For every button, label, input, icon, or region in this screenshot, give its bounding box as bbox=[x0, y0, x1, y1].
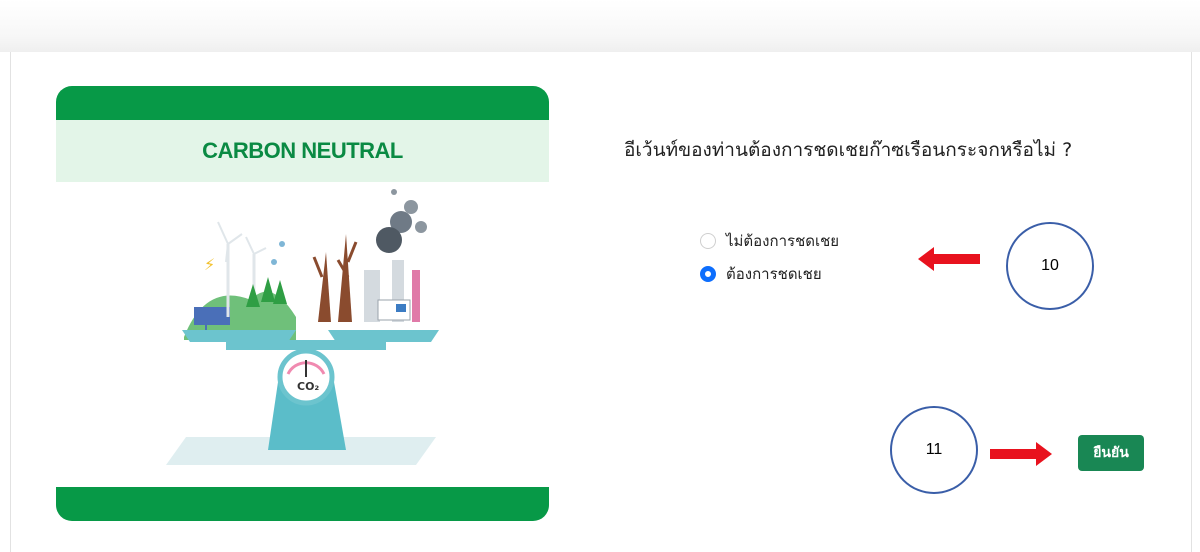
radio-no-offset[interactable] bbox=[700, 233, 716, 249]
radio-offset[interactable] bbox=[700, 266, 716, 282]
option-offset-label: ต้องการชดเชย bbox=[726, 265, 822, 283]
annotation-arrow-left-icon bbox=[918, 247, 980, 271]
annotation-step-11-label: 11 bbox=[925, 441, 943, 458]
annotation-step-10-label: 10 bbox=[1041, 257, 1059, 274]
card-banner: CARBON NEUTRAL bbox=[56, 120, 549, 182]
pollution-icon bbox=[312, 189, 427, 322]
top-bar bbox=[0, 0, 1200, 52]
card-bottom-strip bbox=[56, 487, 549, 521]
option-no-offset-label: ไม่ต้องการชดเชย bbox=[726, 232, 840, 250]
card-title: CARBON NEUTRAL bbox=[202, 138, 403, 163]
annotation-arrow-right-icon bbox=[990, 442, 1052, 466]
card-top-strip bbox=[56, 86, 549, 120]
offset-question: อีเว้นท์ของท่านต้องการชดเชยก๊าซเรือนกระจ… bbox=[624, 139, 1073, 161]
renewable-energy-icon: ⚡ bbox=[184, 221, 296, 340]
annotation-step-10: 10 bbox=[1006, 222, 1094, 310]
option-offset[interactable]: ต้องการชดเชย bbox=[700, 262, 822, 286]
option-no-offset[interactable]: ไม่ต้องการชดเชย bbox=[700, 229, 839, 253]
scale-icon: CO₂ bbox=[182, 330, 439, 450]
carbon-neutral-illustration: CARBON NEUTRAL ⚡ CO₂ bbox=[56, 86, 549, 521]
confirm-button[interactable]: ยืนยัน bbox=[1078, 435, 1144, 471]
annotation-step-11: 11 bbox=[890, 406, 978, 494]
co2-label: CO₂ bbox=[297, 380, 319, 393]
balance-scale-image: ⚡ CO₂ bbox=[166, 189, 439, 465]
svg-text:⚡: ⚡ bbox=[204, 255, 215, 274]
